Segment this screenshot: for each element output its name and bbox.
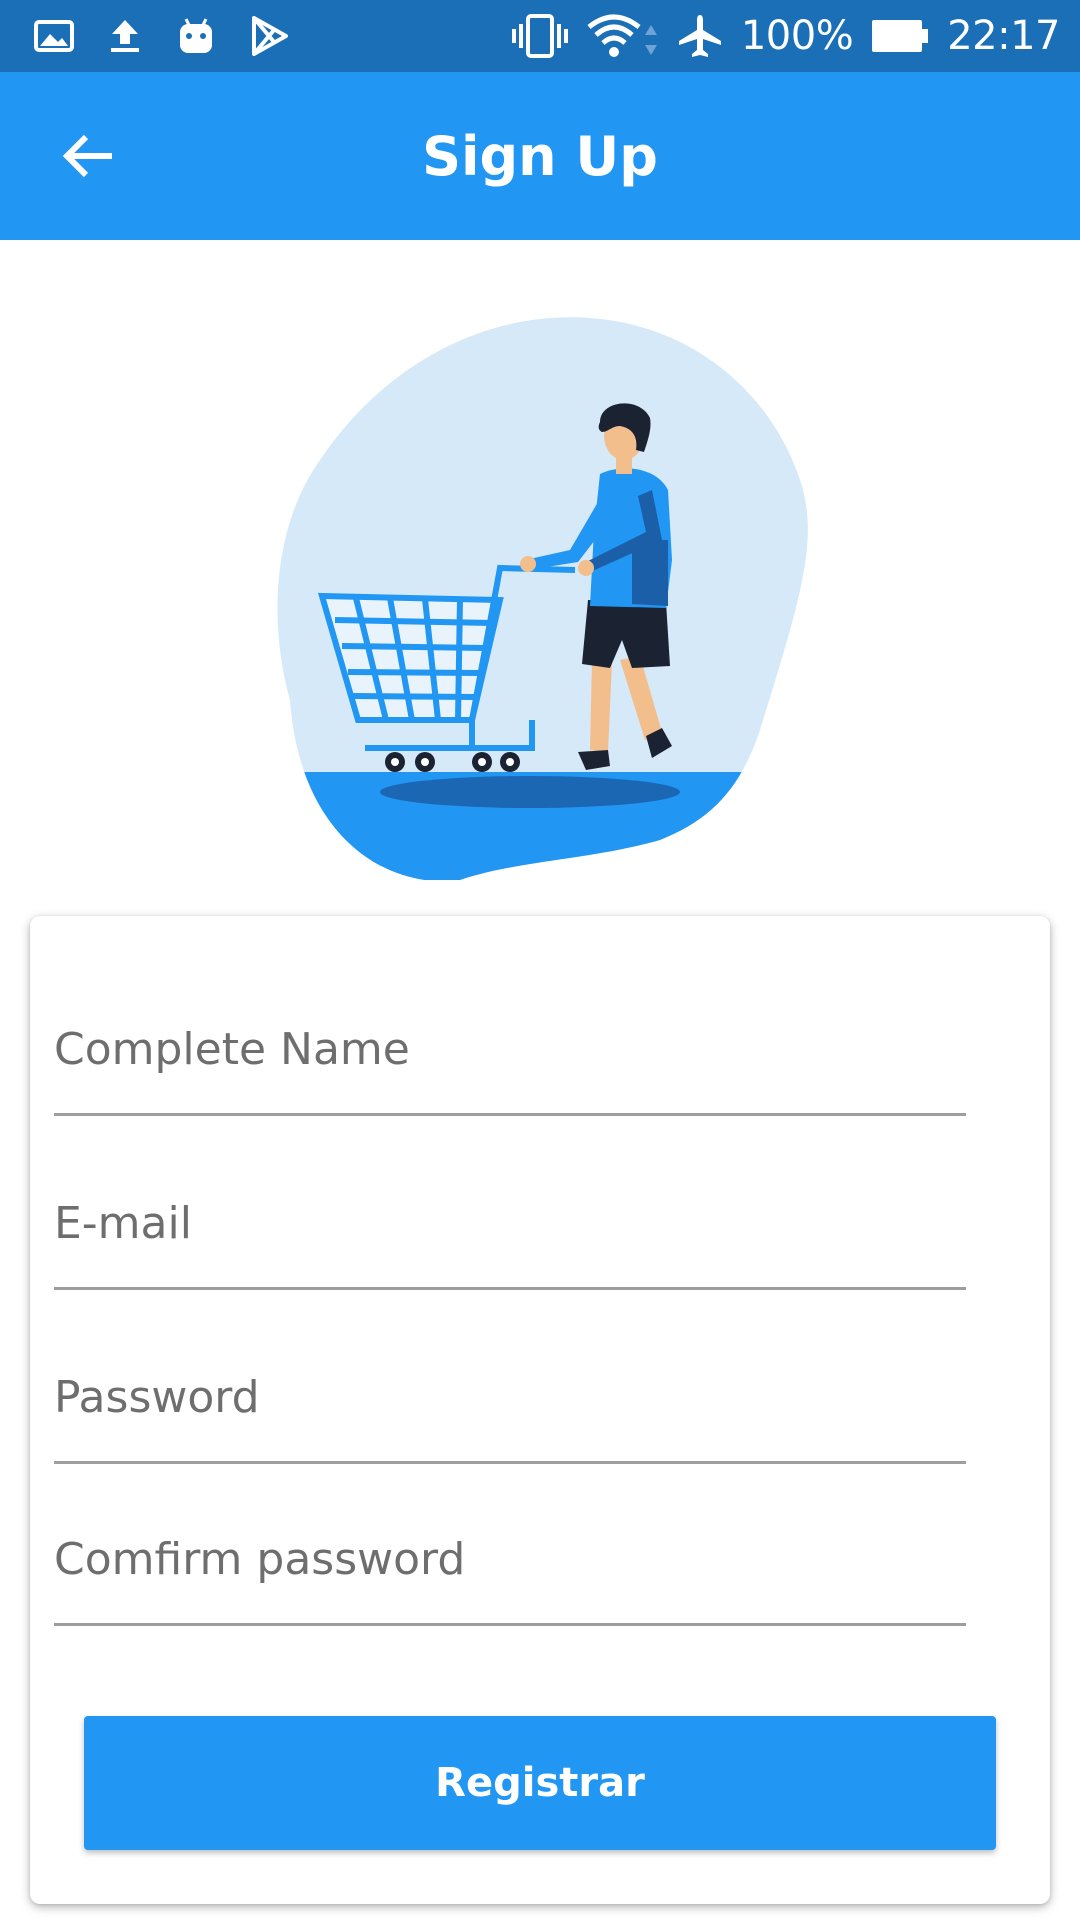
clock: 22:17 xyxy=(947,13,1060,59)
notification-icons xyxy=(34,16,290,56)
complete-name-field[interactable] xyxy=(54,996,966,1116)
complete-name-input[interactable] xyxy=(54,1024,966,1075)
shopping-cart-illustration xyxy=(260,300,820,882)
image-icon xyxy=(34,20,74,52)
page-title: Sign Up xyxy=(422,124,658,188)
email-input[interactable] xyxy=(54,1198,966,1249)
password-field[interactable] xyxy=(54,1344,966,1464)
wifi-icon xyxy=(587,13,659,59)
password-input[interactable] xyxy=(54,1372,966,1423)
status-bar: 100% 22:17 xyxy=(0,0,1080,72)
confirm-password-field[interactable] xyxy=(54,1506,966,1626)
app-bar: Sign Up xyxy=(0,72,1080,240)
battery-percentage: 100% xyxy=(740,13,854,59)
battery-icon xyxy=(871,18,929,54)
system-icons: 100% 22:17 xyxy=(511,13,1060,59)
email-field[interactable] xyxy=(54,1170,966,1290)
register-button[interactable]: Registrar xyxy=(84,1716,996,1850)
upload-icon xyxy=(108,18,142,54)
confirm-password-input[interactable] xyxy=(54,1534,966,1585)
android-icon xyxy=(176,17,216,55)
airplane-icon xyxy=(677,13,723,59)
play-store-icon xyxy=(250,16,290,56)
vibrate-icon xyxy=(511,14,569,58)
